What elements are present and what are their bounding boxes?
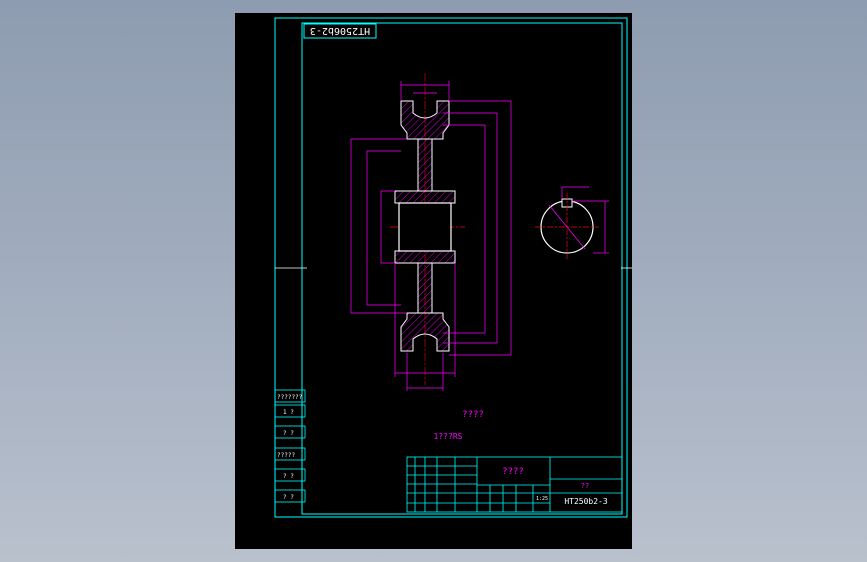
side-strip [274, 389, 306, 503]
technical-requirements: 1???RS [434, 432, 463, 441]
title-block-name: ???? [502, 467, 524, 477]
side-cell-3: ? ? [283, 430, 294, 437]
notes-title: ???? [462, 410, 484, 420]
title-block-scale: 1:25 [536, 496, 548, 502]
drawing-sheet: HT2506b2-3 ???? 1???RS ??????? 1 ? ? ? ?… [235, 13, 632, 549]
side-cell-1: ??????? [277, 394, 303, 401]
side-cell-6: ? ? [283, 494, 294, 501]
side-cell-2: 1 ? [283, 409, 294, 416]
lower-web [417, 262, 433, 314]
title-block-code: HT250b2-3 [564, 497, 608, 506]
bore [398, 202, 452, 252]
code-box: HT2506b2-3 [303, 23, 377, 39]
side-cell-5: ? ? [283, 473, 294, 480]
title-block-material: ?? [581, 482, 589, 490]
pulley-section-view [390, 73, 465, 385]
lower-hub [394, 250, 456, 264]
side-strip-labels: ??????? 1 ? ? ? ????? ? ? ? ? [277, 394, 303, 501]
upper-hub [394, 190, 456, 204]
title-block: ???? ?? 1:25 HT250b2-3 [406, 456, 623, 513]
hub-end-view [535, 186, 609, 261]
upper-web [417, 138, 433, 192]
side-cell-4: ????? [277, 452, 295, 459]
frame-borders [274, 17, 628, 518]
drawing-code-rotated: HT2506b2-3 [310, 25, 370, 36]
